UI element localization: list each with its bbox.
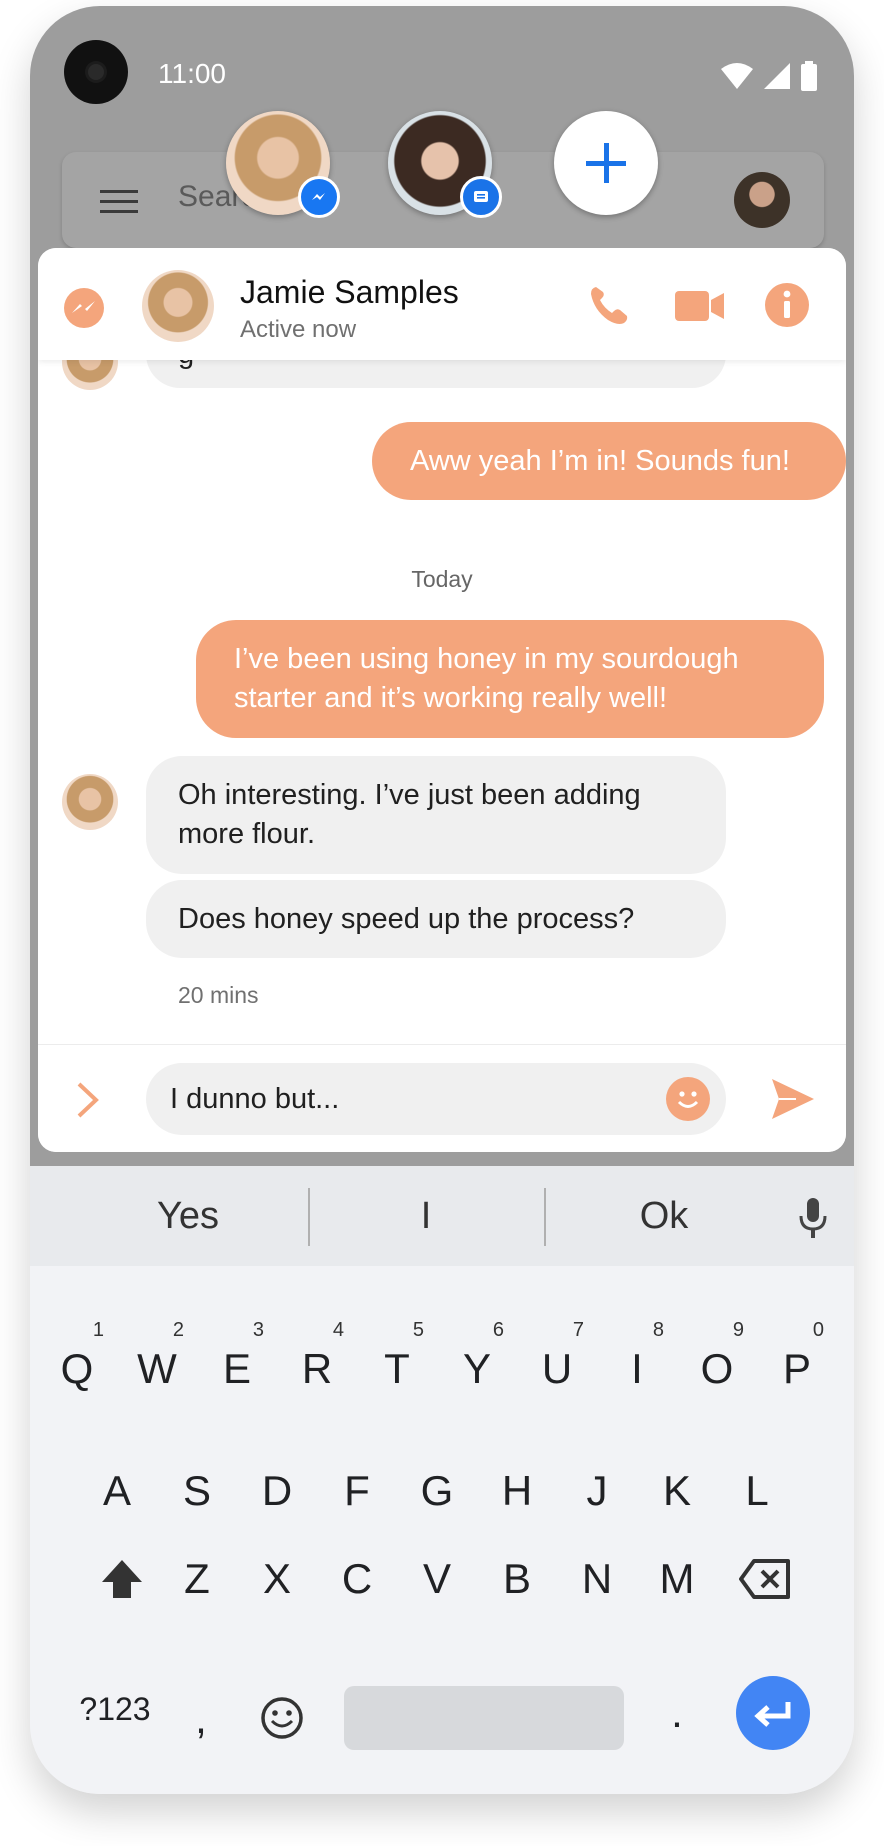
message-timestamp: 20 mins [178, 982, 259, 1008]
mic-icon[interactable] [798, 1196, 828, 1240]
message-composer: I dunno but... [38, 1044, 846, 1152]
avatar[interactable] [142, 270, 214, 342]
date-divider: Today [411, 566, 473, 592]
chat-header: Jamie Samples Active now [38, 248, 846, 360]
key-o[interactable]: O9 [682, 1320, 752, 1414]
key-q[interactable]: Q1 [42, 1320, 112, 1414]
message-text-line: I’ve been using honey in my sourdough [234, 643, 739, 675]
avatar [62, 774, 118, 830]
avatar [62, 360, 118, 390]
phone-icon[interactable] [586, 282, 632, 328]
video-icon[interactable] [674, 288, 726, 324]
menu-icon[interactable] [100, 190, 138, 213]
status-icons [720, 58, 818, 94]
key-n[interactable]: N [562, 1534, 632, 1624]
messenger-icon[interactable] [62, 286, 106, 330]
shift-icon[interactable] [98, 1556, 146, 1604]
message-text-line: starter and it’s working really well! [234, 682, 668, 714]
key-d[interactable]: D [242, 1446, 312, 1536]
key-u[interactable]: U7 [522, 1320, 592, 1414]
emoji-key-icon[interactable] [260, 1696, 304, 1740]
key-j[interactable]: J [562, 1446, 632, 1536]
key-p[interactable]: P0 [762, 1320, 832, 1414]
symbols-key[interactable]: ?123 [60, 1664, 170, 1754]
key-y[interactable]: Y6 [442, 1320, 512, 1414]
message-bubble-incoming[interactable]: g [146, 360, 726, 388]
message-list[interactable]: g Aww yeah I’m in! Sounds fun! Today I’v… [38, 360, 846, 1050]
contact-name: Jamie Samples [240, 274, 459, 310]
comma-key[interactable]: , [166, 1674, 236, 1764]
key-e[interactable]: E3 [202, 1320, 272, 1414]
battery-icon [801, 61, 817, 91]
key-h[interactable]: H [482, 1446, 552, 1536]
add-bubble-button[interactable] [554, 111, 658, 215]
key-l[interactable]: L [722, 1446, 792, 1536]
message-input-text: I dunno but... [170, 1083, 340, 1115]
period-key[interactable]: . [642, 1668, 712, 1758]
message-text-line: more flour. [178, 818, 315, 850]
wifi-icon [721, 63, 753, 89]
enter-key[interactable] [736, 1676, 810, 1750]
keyboard-suggestion-bar: Yes I Ok [30, 1166, 854, 1266]
sms-badge-icon [460, 176, 502, 218]
send-icon[interactable] [770, 1077, 816, 1121]
message-text: Does honey speed up the process? [178, 903, 635, 935]
message-bubble-incoming[interactable]: Oh interesting. I’ve just been adding mo… [146, 756, 726, 874]
signal-icon [764, 63, 790, 89]
message-text: Aww yeah I’m in! Sounds fun! [410, 445, 790, 477]
key-v[interactable]: V [402, 1534, 472, 1624]
key-i[interactable]: I8 [602, 1320, 672, 1414]
key-w[interactable]: W2 [122, 1320, 192, 1414]
key-t[interactable]: T5 [362, 1320, 432, 1414]
key-s[interactable]: S [162, 1446, 232, 1536]
key-k[interactable]: K [642, 1446, 712, 1536]
message-text: g [178, 360, 194, 370]
backspace-icon[interactable] [738, 1558, 792, 1600]
message-text-line: Oh interesting. I’ve just been adding [178, 779, 641, 811]
enter-icon [754, 1702, 791, 1727]
camera-cutout [64, 40, 128, 104]
emoji-icon[interactable] [666, 1077, 710, 1121]
phone-frame: 11:00 Search mail Jamie Samples [30, 6, 854, 1794]
key-x[interactable]: X [242, 1534, 312, 1624]
message-bubble-outgoing[interactable]: I’ve been using honey in my sourdough st… [196, 620, 824, 738]
account-avatar[interactable] [734, 172, 790, 228]
key-a[interactable]: A [82, 1446, 152, 1536]
key-g[interactable]: G [402, 1446, 472, 1536]
key-m[interactable]: M [642, 1534, 712, 1624]
key-b[interactable]: B [482, 1534, 552, 1624]
key-c[interactable]: C [322, 1534, 392, 1624]
contact-status: Active now [240, 316, 357, 343]
info-icon[interactable] [764, 282, 810, 328]
suggestion-i[interactable]: I [310, 1166, 542, 1266]
status-time: 11:00 [158, 58, 226, 89]
suggestion-ok[interactable]: Ok [548, 1166, 780, 1266]
suggestion-yes[interactable]: Yes [72, 1166, 304, 1266]
messenger-badge-icon [298, 176, 340, 218]
keyboard: Q1 W2 E3 R4 T5 Y6 U7 I8 O9 P0 A S D F G … [30, 1266, 854, 1794]
message-bubble-outgoing[interactable]: Aww yeah I’m in! Sounds fun! [372, 422, 846, 500]
key-f[interactable]: F [322, 1446, 392, 1536]
divider [544, 1188, 546, 1246]
message-bubble-incoming[interactable]: Does honey speed up the process? [146, 880, 726, 958]
key-r[interactable]: R4 [282, 1320, 352, 1414]
chat-window: Jamie Samples Active now g Aww yeah I’m … [38, 248, 846, 1152]
key-z[interactable]: Z [162, 1534, 232, 1624]
chevron-right-icon[interactable] [76, 1081, 100, 1119]
message-input[interactable]: I dunno but... [146, 1063, 726, 1135]
space-key[interactable] [344, 1686, 624, 1750]
